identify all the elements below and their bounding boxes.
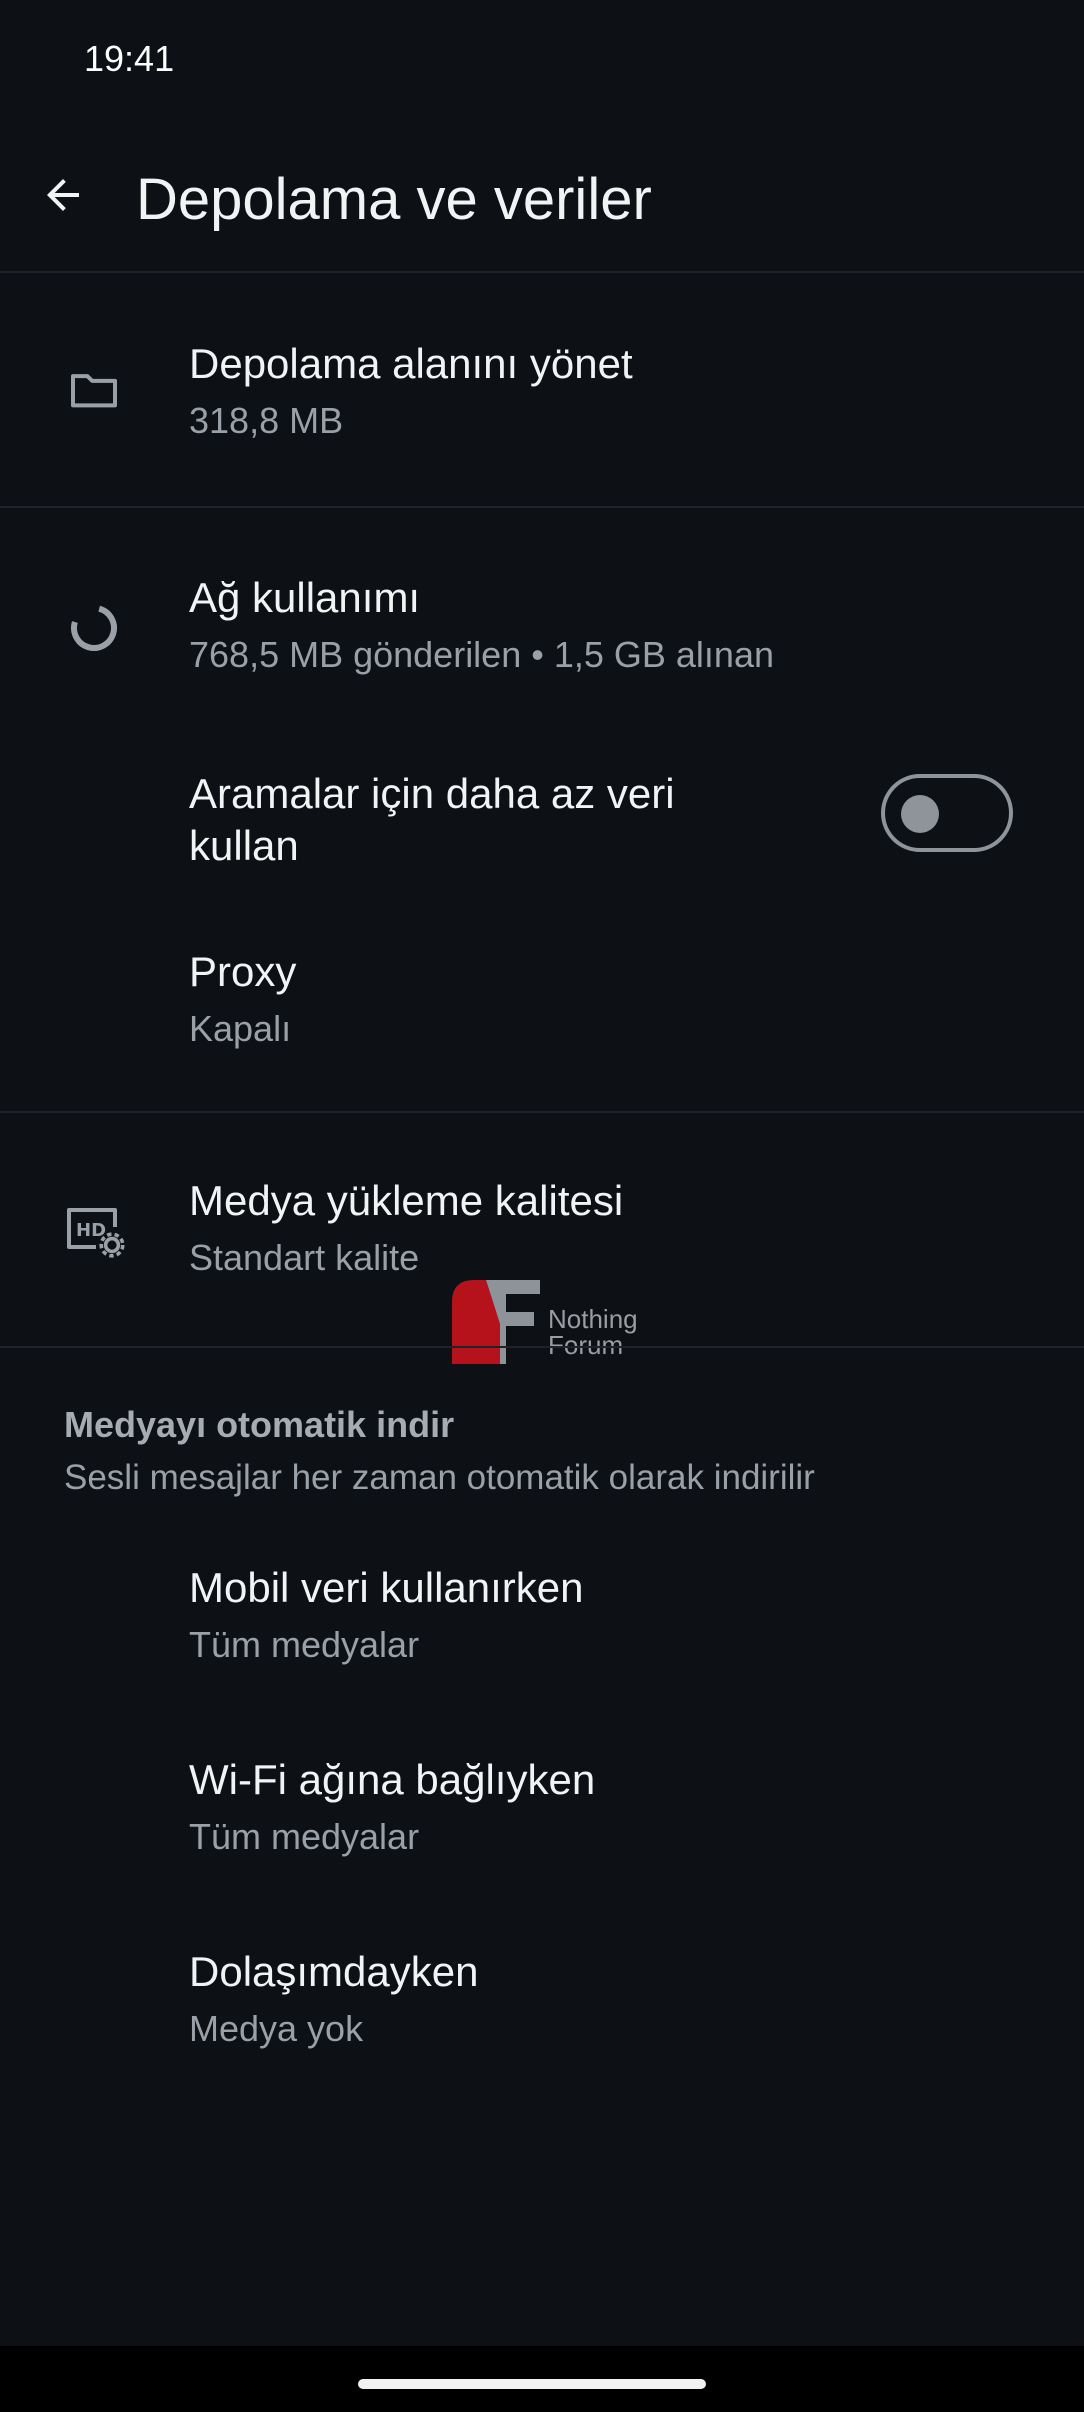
auto-download-wifi-item[interactable]: Wi-Fi ağına bağlıyken Tüm medyalar <box>0 1722 1084 1892</box>
proxy-title: Proxy <box>189 948 297 995</box>
auto-download-roaming-item[interactable]: Dolaşımdayken Medya yok <box>0 1914 1084 2084</box>
navigation-bar <box>0 2346 1084 2412</box>
manage-storage-title: Depolama alanını yönet <box>189 340 633 387</box>
hd-settings-icon: HD <box>62 1197 126 1261</box>
media-quality-title: Medya yükleme kalitesi <box>189 1177 624 1224</box>
manage-storage-item[interactable]: Depolama alanını yönet 318,8 MB <box>0 272 1084 506</box>
proxy-status: Kapalı <box>189 1008 292 1049</box>
auto-download-mobile-value: Tüm medyalar <box>189 1624 420 1665</box>
manage-storage-size: 318,8 MB <box>189 400 344 441</box>
data-usage-icon <box>62 596 126 660</box>
auto-download-wifi-title: Wi-Fi ağına bağlıyken <box>189 1756 596 1803</box>
arrow-left-icon <box>47 179 79 211</box>
auto-download-mobile-title: Mobil veri kullanırken <box>189 1564 584 1611</box>
status-bar-time: 19:41 <box>84 38 175 79</box>
auto-download-roaming-title: Dolaşımdayken <box>189 1948 479 1995</box>
network-usage-title: Ağ kullanımı <box>189 574 421 621</box>
low-data-calls-toggle[interactable] <box>881 774 1013 852</box>
divider <box>0 1346 1084 1348</box>
page-title: Depolama ve veriler <box>136 167 652 232</box>
auto-download-wifi-value: Tüm medyalar <box>189 1816 420 1857</box>
app-bar: Depolama ve veriler <box>0 150 1084 270</box>
nothing-forum-logo <box>452 1280 540 1364</box>
section-description: Sesli mesajlar her zaman otomatik olarak… <box>64 1458 815 1497</box>
low-data-calls-title: Aramalar için daha az veri kullan <box>189 770 675 869</box>
toggle-knob <box>901 795 939 833</box>
network-usage-item[interactable]: Ağ kullanımı 768,5 MB gönderilen • 1,5 G… <box>0 508 1084 698</box>
section-header: Medyayı otomatik indir <box>64 1404 455 1445</box>
media-quality-value: Standart kalite <box>189 1237 420 1278</box>
network-usage-detail: 768,5 MB gönderilen • 1,5 GB alınan <box>189 634 774 675</box>
nothing-forum-watermark: Nothing Forum <box>444 1268 644 1372</box>
folder-icon <box>62 357 126 421</box>
proxy-item[interactable]: Proxy Kapalı <box>0 920 1084 1070</box>
auto-download-roaming-value: Medya yok <box>189 2008 364 2049</box>
home-indicator[interactable] <box>358 2379 706 2389</box>
back-button[interactable] <box>30 162 96 228</box>
auto-download-mobile-item[interactable]: Mobil veri kullanırken Tüm medyalar <box>0 1530 1084 1700</box>
svg-text:HD: HD <box>76 1220 106 1241</box>
